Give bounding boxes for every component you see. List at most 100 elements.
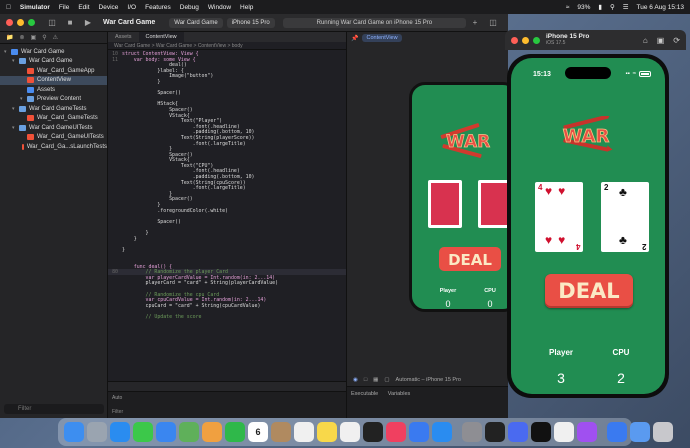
dock-reminders-icon[interactable] [294,422,314,442]
source-control-icon[interactable]: ⊗ [19,34,24,41]
menu-window[interactable]: Window [208,4,231,11]
dock-calendar-icon[interactable]: 6 [248,422,268,442]
navigator-item[interactable]: ▾ War Card Game [0,57,107,67]
minimize-button[interactable] [17,19,24,26]
dock-messenger-icon[interactable] [577,422,597,442]
wifi-icon[interactable]: ≈ [566,4,570,11]
dock-app-store-icon[interactable] [432,422,452,442]
simulator-close-button[interactable] [511,36,518,44]
navigator-item[interactable]: Assets [0,85,107,95]
pin-icon[interactable]: 📌 [351,35,358,42]
dock-messages-icon[interactable] [133,422,153,442]
menu-file[interactable]: File [59,4,69,11]
dock-freeform-icon[interactable] [340,422,360,442]
code-line[interactable]: // Update the score [108,314,346,320]
dock-preview-icon[interactable] [630,422,650,442]
dock-chrome-icon[interactable] [554,422,574,442]
navigator-item[interactable]: War_Card_GameApp [0,66,107,76]
menu-debug[interactable]: Debug [180,4,199,11]
dock-tv-icon[interactable] [363,422,383,442]
dock-notion-icon[interactable] [531,422,551,442]
console-filter[interactable]: Filter [112,409,123,415]
dock-notes-icon[interactable] [317,422,337,442]
dock-system-settings-icon[interactable] [462,422,482,442]
disclosure-icon[interactable]: ▾ [4,49,11,55]
dock-launchpad-icon[interactable] [87,422,107,442]
battery-icon[interactable]: ▮ [598,3,602,11]
dock-trash-icon[interactable] [653,422,673,442]
apple-icon[interactable]:  [6,4,11,11]
disclosure-icon[interactable]: ▾ [12,58,19,64]
dock-terminal-icon[interactable] [485,422,505,442]
dock-xcode-icon[interactable] [607,422,627,442]
find-icon[interactable]: ⚲ [42,34,46,41]
console-mode[interactable]: Auto [112,395,122,401]
navigator-item[interactable]: ▾ War Card GameTests [0,104,107,114]
menu-io[interactable]: I/O [127,4,136,11]
disclosure-icon[interactable]: ▾ [20,96,27,102]
project-title: War Card Game [103,19,156,26]
stop-icon[interactable]: ■ [65,18,75,28]
menu-features[interactable]: Features [145,4,171,11]
tab-assets[interactable]: Assets [108,32,139,42]
device-selector[interactable]: iPhone 15 Pro [226,17,275,28]
dock-contacts-icon[interactable] [271,422,291,442]
canvas-device-selector[interactable]: Automatic – iPhone 15 Pro [396,377,461,383]
dock-facetime-icon[interactable] [225,422,245,442]
rotate-icon[interactable]: ⟳ [673,36,680,45]
live-preview-icon[interactable]: ◉ [353,377,358,383]
disclosure-icon[interactable]: ▾ [12,106,19,112]
dock-mail-icon[interactable] [156,422,176,442]
battery-percent[interactable]: 93% [577,4,590,11]
code-area[interactable]: 10 struct ContentView: View {11 var body:… [108,51,346,391]
dock-photos-icon[interactable] [202,422,222,442]
inspector-toggle-icon[interactable]: ◫ [488,18,498,28]
scheme-selector[interactable]: War Card Game [169,17,223,28]
menu-edit[interactable]: Edit [78,4,89,11]
menu-clock[interactable]: Tue 6 Aug 15:13 [637,4,684,11]
dock-music-icon[interactable] [386,422,406,442]
variants-icon[interactable]: ▦ [373,377,378,383]
breadcrumb[interactable]: War Card Game > War Card Game > ContentV… [108,42,346,50]
home-icon[interactable]: ⌂ [643,36,648,45]
tab-variables[interactable]: Variables [388,391,411,397]
menu-help[interactable]: Help [240,4,253,11]
control-center-icon[interactable]: ☰ [623,3,629,11]
issue-icon[interactable]: ⚠ [53,34,58,41]
navigator-item[interactable]: ▾ Preview Content [0,95,107,105]
sidebar-toggle-icon[interactable]: ◫ [47,18,57,28]
zoom-button[interactable] [28,19,35,26]
run-icon[interactable]: ▶ [83,18,93,28]
dock-finder-icon[interactable] [64,422,84,442]
navigator-filter[interactable]: Filter [4,404,104,414]
navigator-item[interactable]: War_Card_GameUITests [0,133,107,143]
dynamic-island [565,67,611,79]
tab-executable[interactable]: Executable [351,391,378,397]
tab-contentview[interactable]: ContentView [138,32,184,42]
screenshot-icon[interactable]: ▣ [657,36,665,45]
dock-keynote-icon[interactable] [409,422,429,442]
add-icon[interactable]: + [470,18,480,28]
dock-safari-icon[interactable] [110,422,130,442]
deal-button[interactable]: DEAL [545,274,633,308]
navigator-item[interactable]: ContentView [0,75,107,85]
simulator-minimize-button[interactable] [522,36,529,44]
preview-pill[interactable]: ContentView [362,34,402,42]
navigator-item[interactable]: War_Card_GameTests [0,114,107,124]
folder-icon[interactable]: 📁 [6,34,13,41]
device-settings-icon[interactable]: ▢ [384,377,389,383]
close-button[interactable] [6,19,13,26]
dock-iphone-mirroring-icon[interactable] [508,422,528,442]
navigator-item[interactable]: War_Card_Ga...sLaunchTests [0,142,107,152]
menu-device[interactable]: Device [99,4,119,11]
folder-icon [27,96,34,103]
simulator-zoom-button[interactable] [533,36,540,44]
navigator-item[interactable]: ▾ War Card GameUITests [0,123,107,133]
disclosure-icon[interactable]: ▾ [12,125,19,131]
navigator-item[interactable]: ▾ War Card Game [0,47,107,57]
selectable-icon[interactable]: □ [364,377,367,383]
symbol-icon[interactable]: ▣ [31,34,37,41]
search-icon[interactable]: ⚲ [610,3,615,11]
dock-maps-icon[interactable] [179,422,199,442]
menu-app-name[interactable]: Simulator [20,4,50,11]
